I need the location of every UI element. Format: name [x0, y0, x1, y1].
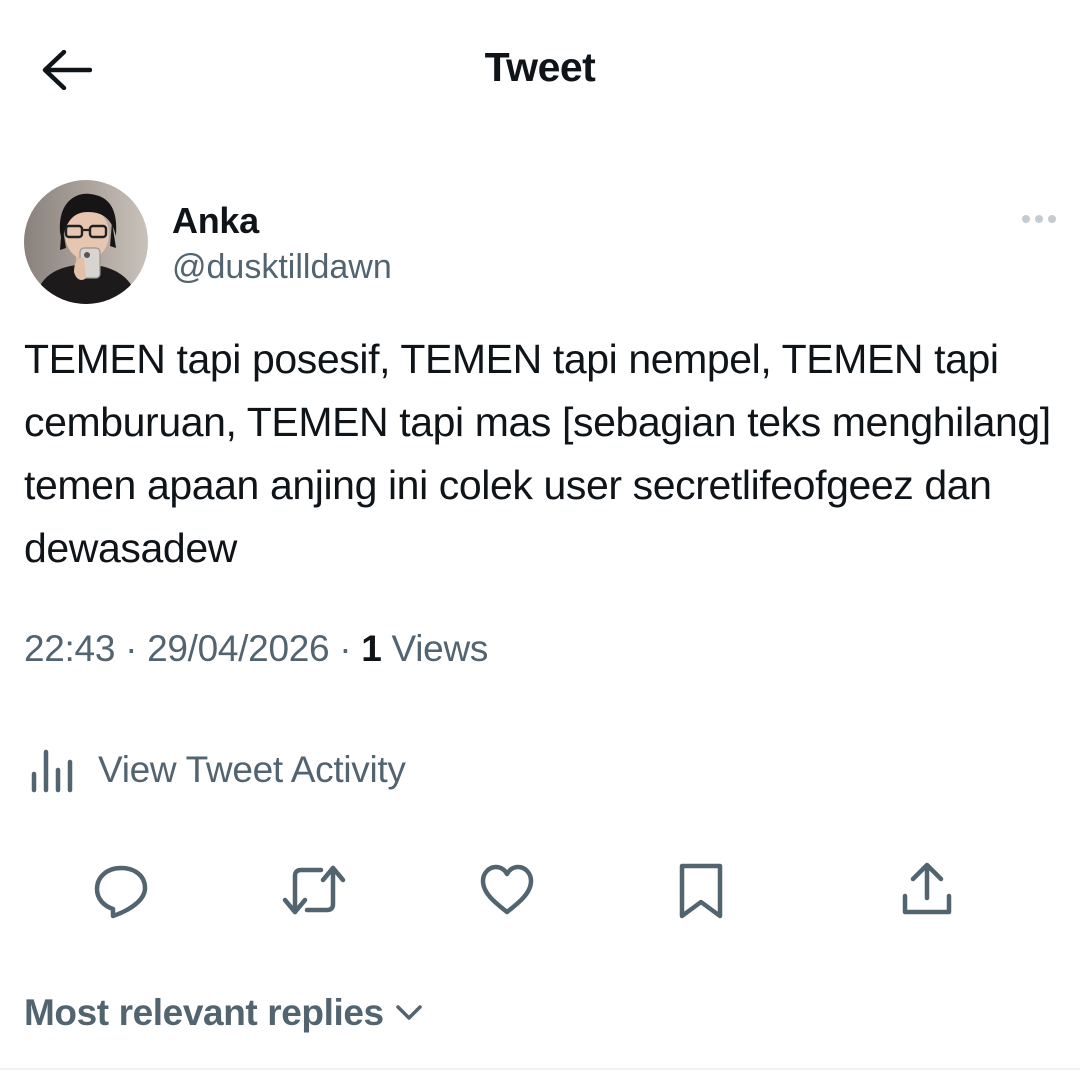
reply-button[interactable] — [81, 850, 161, 930]
divider — [0, 1068, 1080, 1070]
replies-sort-label: Most relevant replies — [24, 992, 384, 1033]
author-name[interactable]: Anka — [172, 200, 259, 242]
views-label: Views — [391, 628, 489, 669]
more-dot-icon — [1048, 215, 1056, 223]
tweet-author: Anka @dusktilldawn — [24, 180, 1064, 306]
replies-sort-dropdown[interactable]: Most relevant replies — [24, 988, 424, 1038]
header-bar: Tweet — [0, 0, 1080, 140]
more-dot-icon — [1022, 215, 1030, 223]
meta-separator: · — [125, 628, 138, 669]
more-dot-icon — [1035, 215, 1043, 223]
reply-icon — [94, 865, 148, 919]
retweet-button[interactable] — [274, 850, 354, 930]
views-count: 1 — [361, 628, 382, 669]
view-tweet-activity-button[interactable]: View Tweet Activity — [24, 740, 406, 800]
meta-separator: · — [339, 628, 352, 669]
author-handle[interactable]: @dusktilldawn — [172, 248, 392, 287]
page-title: Tweet — [484, 44, 596, 90]
like-button[interactable] — [467, 850, 547, 930]
tweet-meta: 22:43 · 29/04/2026 · 1 Views — [24, 628, 488, 670]
tweet-actions-bar — [0, 850, 1080, 930]
share-button[interactable] — [887, 850, 967, 930]
avatar[interactable] — [24, 180, 148, 304]
tweet-time[interactable]: 22:43 — [24, 628, 115, 669]
bookmark-icon — [679, 863, 723, 919]
share-icon — [902, 862, 952, 915]
analytics-icon — [24, 742, 80, 798]
more-options-button[interactable] — [1014, 202, 1064, 236]
bookmark-button[interactable] — [661, 850, 741, 930]
heart-icon — [480, 864, 534, 915]
profile-photo — [24, 180, 148, 304]
tweet-date[interactable]: 29/04/2026 — [147, 628, 329, 669]
tweet-text: TEMEN tapi posesif, TEMEN tapi nempel, T… — [24, 336, 1051, 571]
retweet-icon — [282, 865, 346, 915]
chevron-down-icon — [394, 998, 424, 1028]
view-tweet-activity-label: View Tweet Activity — [98, 749, 406, 790]
